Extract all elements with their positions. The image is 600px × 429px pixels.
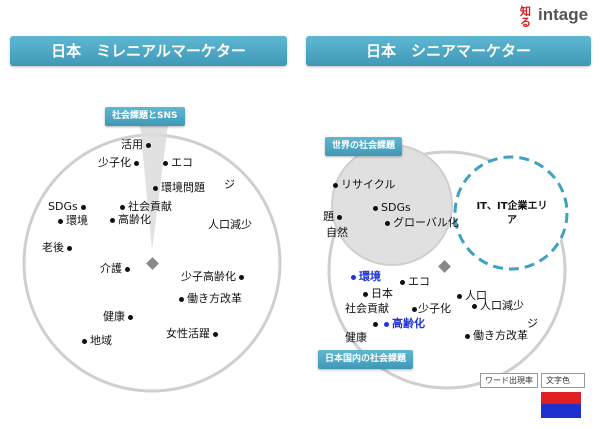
right-word (370, 317, 381, 330)
color-key-flag (541, 392, 581, 418)
right-word: ジ (527, 317, 538, 330)
color-key-top (541, 392, 581, 404)
left-word: 地域 (79, 334, 112, 347)
left-word: 少子高齢化 (181, 270, 247, 283)
right-word: 少子化 (418, 302, 451, 315)
right-word: 人口減少 (469, 299, 524, 312)
left-sns-tag: 社会課題とSNS (105, 107, 185, 126)
left-word: 少子化 (98, 156, 142, 169)
domestic-issues-tag: 日本国内の社会課題 (318, 350, 414, 369)
left-word: 働き方改革 (176, 292, 242, 305)
right-word: 題 (323, 210, 345, 223)
left-word: 介護 (100, 262, 133, 275)
left-word: 健康 (103, 310, 136, 323)
right-word: リサイクル (330, 178, 395, 191)
color-key-bottom (541, 404, 581, 418)
legend-color: 文字色 (541, 373, 585, 388)
world-issues-tag: 世界の社会課題 (325, 137, 403, 156)
right-word-highlighted: 環境 (348, 270, 381, 283)
left-word: SDGs (48, 200, 89, 213)
left-word: 社会貢献 (117, 200, 172, 213)
right-word: SDGs (370, 201, 411, 214)
left-word: 環境 (55, 214, 88, 227)
right-word-highlighted: 高齢化 (381, 317, 425, 330)
legend-size: ワード出現率 (480, 373, 538, 388)
right-word: エコ (397, 275, 430, 288)
it-zone-label: IT、IT企業エリア (476, 201, 548, 226)
right-word: 社会貢献 (345, 302, 389, 315)
right-word: 日本 (360, 287, 393, 300)
right-word: 健康 (345, 331, 367, 344)
right-word: 自然 (326, 226, 348, 239)
left-word: 老後 (42, 241, 75, 254)
left-word: 人口減少 (208, 218, 252, 231)
right-dot-row (409, 302, 420, 315)
left-word: エコ (160, 156, 193, 169)
left-word: 活用 (121, 138, 154, 151)
left-word: 環境問題 (150, 181, 205, 194)
left-word: ジ (224, 178, 235, 191)
right-word: 働き方改革 (462, 329, 528, 342)
right-word: グローバル化 (382, 216, 459, 229)
left-word: 高齢化 (107, 213, 151, 226)
left-word: 女性活躍 (166, 327, 221, 340)
